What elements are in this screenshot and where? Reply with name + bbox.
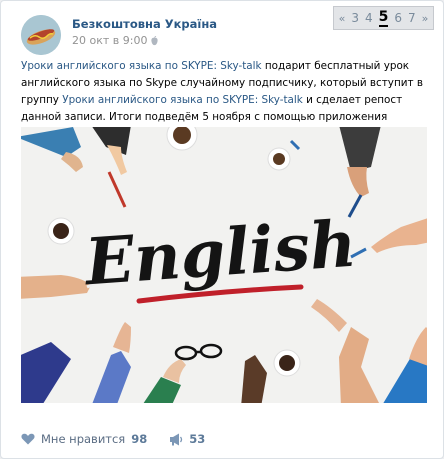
heart-icon [21,433,35,445]
page-6[interactable]: 6 [394,12,402,24]
post-author[interactable]: Безкоштовна Україна [72,17,217,31]
page-7[interactable]: 7 [408,12,416,24]
post-photo[interactable]: English [21,127,427,403]
share-button[interactable]: 53 [169,432,205,446]
group-avatar[interactable] [21,15,61,55]
english-word-overlay: English [81,207,359,301]
post-footer: Мне нравится 98 53 [21,429,227,449]
page-4[interactable]: 4 [365,12,373,24]
like-button[interactable]: Мне нравится 98 [21,432,147,446]
hotdog-logo-icon [21,15,61,55]
next-page-icon[interactable]: » [422,13,429,24]
page-5-current[interactable]: 5 [378,10,389,27]
image-word-english: English [81,207,359,301]
like-count: 98 [131,432,148,446]
like-label: Мне нравится [41,432,126,446]
apple-icon [151,35,159,45]
megaphone-icon [170,433,183,445]
post-date[interactable]: 20 окт в 9:00 [72,34,159,47]
wall-post: Безкоштовна Україна 20 окт в 9:00 « 3 4 … [0,0,444,459]
post-date-text[interactable]: 20 окт в 9:00 [72,34,147,47]
share-count: 53 [189,432,206,446]
prev-page-icon[interactable]: « [339,13,346,24]
group-link-2[interactable]: Уроки английского языка по SKYPE: Sky-ta… [62,94,303,106]
pagination: « 3 4 5 6 7 » [333,6,434,30]
group-link-1[interactable]: Уроки английского языка по SKYPE: Sky-ta… [21,60,262,72]
page-3[interactable]: 3 [351,12,359,24]
